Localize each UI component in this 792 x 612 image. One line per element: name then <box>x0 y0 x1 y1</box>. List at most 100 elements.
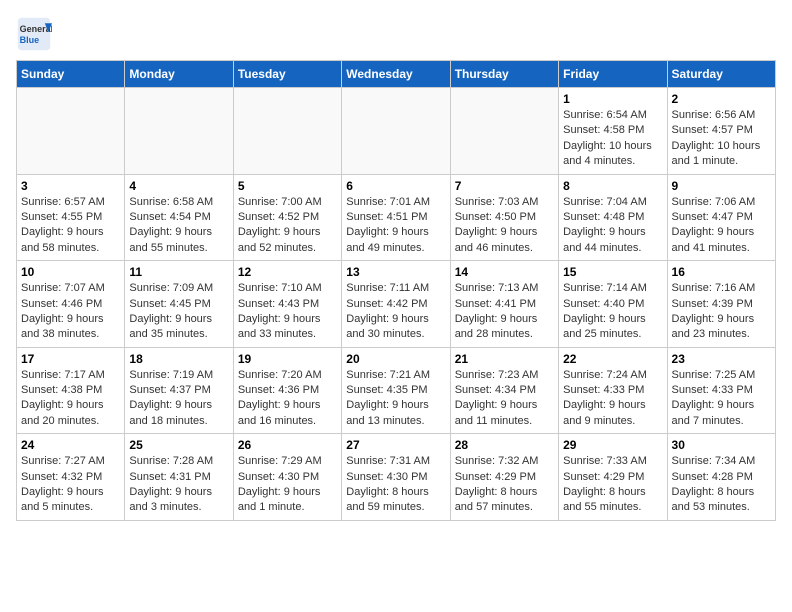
day-number: 13 <box>346 265 445 279</box>
day-number: 23 <box>672 352 771 366</box>
day-number: 25 <box>129 438 228 452</box>
day-info: Sunrise: 7:33 AM Sunset: 4:29 PM Dayligh… <box>563 454 662 516</box>
calendar-cell: 27 Sunrise: 7:31 AM Sunset: 4:30 PM Dayli… <box>342 434 450 521</box>
day-number: 20 <box>346 352 445 366</box>
calendar-cell: 12 Sunrise: 7:10 AM Sunset: 4:43 PM Dayli… <box>233 261 341 348</box>
day-info: Sunrise: 7:24 AM Sunset: 4:33 PM Dayligh… <box>563 368 662 430</box>
day-info: Sunrise: 7:14 AM Sunset: 4:40 PM Dayligh… <box>563 281 662 343</box>
day-info: Sunrise: 7:13 AM Sunset: 4:41 PM Dayligh… <box>455 281 554 343</box>
day-number: 27 <box>346 438 445 452</box>
day-number: 15 <box>563 265 662 279</box>
day-number: 12 <box>238 265 337 279</box>
page-header: General Blue <box>16 16 776 52</box>
day-number: 24 <box>21 438 120 452</box>
day-info: Sunrise: 7:25 AM Sunset: 4:33 PM Dayligh… <box>672 368 771 430</box>
weekday-header-monday: Monday <box>125 61 233 88</box>
day-number: 19 <box>238 352 337 366</box>
weekday-header-sunday: Sunday <box>17 61 125 88</box>
day-info: Sunrise: 7:20 AM Sunset: 4:36 PM Dayligh… <box>238 368 337 430</box>
day-number: 1 <box>563 92 662 106</box>
day-number: 2 <box>672 92 771 106</box>
logo: General Blue <box>16 16 56 52</box>
calendar-cell: 22 Sunrise: 7:24 AM Sunset: 4:33 PM Dayli… <box>559 347 667 434</box>
day-info: Sunrise: 7:16 AM Sunset: 4:39 PM Dayligh… <box>672 281 771 343</box>
weekday-header-saturday: Saturday <box>667 61 775 88</box>
weekday-header-tuesday: Tuesday <box>233 61 341 88</box>
calendar-week-row: 17 Sunrise: 7:17 AM Sunset: 4:38 PM Dayli… <box>17 347 776 434</box>
calendar-cell: 25 Sunrise: 7:28 AM Sunset: 4:31 PM Dayli… <box>125 434 233 521</box>
day-number: 30 <box>672 438 771 452</box>
day-info: Sunrise: 7:09 AM Sunset: 4:45 PM Dayligh… <box>129 281 228 343</box>
weekday-header-row: SundayMondayTuesdayWednesdayThursdayFrid… <box>17 61 776 88</box>
day-number: 18 <box>129 352 228 366</box>
weekday-header-friday: Friday <box>559 61 667 88</box>
day-number: 21 <box>455 352 554 366</box>
calendar-cell: 30Sunrise: 7:34 AM Sunset: 4:28 PM Dayli… <box>667 434 775 521</box>
calendar-cell: 3 Sunrise: 6:57 AM Sunset: 4:55 PM Daylig… <box>17 174 125 261</box>
day-number: 29 <box>563 438 662 452</box>
svg-text:Blue: Blue <box>20 35 40 45</box>
calendar-week-row: 1 Sunrise: 6:54 AM Sunset: 4:58 PM Daylig… <box>17 88 776 175</box>
calendar-cell: 19 Sunrise: 7:20 AM Sunset: 4:36 PM Dayli… <box>233 347 341 434</box>
day-info: Sunrise: 7:10 AM Sunset: 4:43 PM Dayligh… <box>238 281 337 343</box>
day-info: Sunrise: 6:58 AM Sunset: 4:54 PM Dayligh… <box>129 195 228 257</box>
day-number: 16 <box>672 265 771 279</box>
calendar-cell: 13 Sunrise: 7:11 AM Sunset: 4:42 PM Dayli… <box>342 261 450 348</box>
day-number: 7 <box>455 179 554 193</box>
day-info: Sunrise: 7:31 AM Sunset: 4:30 PM Dayligh… <box>346 454 445 516</box>
calendar-cell: 11 Sunrise: 7:09 AM Sunset: 4:45 PM Dayli… <box>125 261 233 348</box>
calendar-cell: 10Sunrise: 7:07 AM Sunset: 4:46 PM Dayli… <box>17 261 125 348</box>
calendar-cell <box>125 88 233 175</box>
calendar-cell: 4 Sunrise: 6:58 AM Sunset: 4:54 PM Daylig… <box>125 174 233 261</box>
day-number: 4 <box>129 179 228 193</box>
day-number: 9 <box>672 179 771 193</box>
day-number: 6 <box>346 179 445 193</box>
calendar-cell: 14 Sunrise: 7:13 AM Sunset: 4:41 PM Dayli… <box>450 261 558 348</box>
calendar-cell: 20 Sunrise: 7:21 AM Sunset: 4:35 PM Dayli… <box>342 347 450 434</box>
day-info: Sunrise: 7:11 AM Sunset: 4:42 PM Dayligh… <box>346 281 445 343</box>
calendar-cell: 28 Sunrise: 7:32 AM Sunset: 4:29 PM Dayli… <box>450 434 558 521</box>
day-number: 22 <box>563 352 662 366</box>
day-info: Sunrise: 7:21 AM Sunset: 4:35 PM Dayligh… <box>346 368 445 430</box>
weekday-header-wednesday: Wednesday <box>342 61 450 88</box>
calendar-week-row: 3 Sunrise: 6:57 AM Sunset: 4:55 PM Daylig… <box>17 174 776 261</box>
day-info: Sunrise: 7:27 AM Sunset: 4:32 PM Dayligh… <box>21 454 120 516</box>
day-info: Sunrise: 7:29 AM Sunset: 4:30 PM Dayligh… <box>238 454 337 516</box>
day-number: 5 <box>238 179 337 193</box>
day-info: Sunrise: 7:17 AM Sunset: 4:38 PM Dayligh… <box>21 368 120 430</box>
calendar-cell <box>342 88 450 175</box>
logo-icon: General Blue <box>16 16 52 52</box>
day-number: 8 <box>563 179 662 193</box>
calendar-table: SundayMondayTuesdayWednesdayThursdayFrid… <box>16 60 776 521</box>
calendar-cell: 1 Sunrise: 6:54 AM Sunset: 4:58 PM Daylig… <box>559 88 667 175</box>
weekday-header-thursday: Thursday <box>450 61 558 88</box>
day-number: 3 <box>21 179 120 193</box>
calendar-cell: 18 Sunrise: 7:19 AM Sunset: 4:37 PM Dayli… <box>125 347 233 434</box>
calendar-cell: 5 Sunrise: 7:00 AM Sunset: 4:52 PM Daylig… <box>233 174 341 261</box>
day-info: Sunrise: 7:06 AM Sunset: 4:47 PM Dayligh… <box>672 195 771 257</box>
day-info: Sunrise: 7:28 AM Sunset: 4:31 PM Dayligh… <box>129 454 228 516</box>
day-number: 28 <box>455 438 554 452</box>
day-info: Sunrise: 6:54 AM Sunset: 4:58 PM Dayligh… <box>563 108 662 170</box>
day-info: Sunrise: 6:56 AM Sunset: 4:57 PM Dayligh… <box>672 108 771 170</box>
day-info: Sunrise: 7:19 AM Sunset: 4:37 PM Dayligh… <box>129 368 228 430</box>
day-number: 17 <box>21 352 120 366</box>
calendar-week-row: 10Sunrise: 7:07 AM Sunset: 4:46 PM Dayli… <box>17 261 776 348</box>
day-number: 14 <box>455 265 554 279</box>
day-info: Sunrise: 7:00 AM Sunset: 4:52 PM Dayligh… <box>238 195 337 257</box>
day-info: Sunrise: 7:32 AM Sunset: 4:29 PM Dayligh… <box>455 454 554 516</box>
calendar-cell <box>450 88 558 175</box>
day-info: Sunrise: 7:04 AM Sunset: 4:48 PM Dayligh… <box>563 195 662 257</box>
calendar-cell: 29 Sunrise: 7:33 AM Sunset: 4:29 PM Dayli… <box>559 434 667 521</box>
day-info: Sunrise: 6:57 AM Sunset: 4:55 PM Dayligh… <box>21 195 120 257</box>
day-info: Sunrise: 7:23 AM Sunset: 4:34 PM Dayligh… <box>455 368 554 430</box>
day-number: 11 <box>129 265 228 279</box>
calendar-cell: 2 Sunrise: 6:56 AM Sunset: 4:57 PM Daylig… <box>667 88 775 175</box>
day-info: Sunrise: 7:01 AM Sunset: 4:51 PM Dayligh… <box>346 195 445 257</box>
calendar-cell: 21 Sunrise: 7:23 AM Sunset: 4:34 PM Dayli… <box>450 347 558 434</box>
calendar-cell: 16 Sunrise: 7:16 AM Sunset: 4:39 PM Dayli… <box>667 261 775 348</box>
calendar-cell: 24 Sunrise: 7:27 AM Sunset: 4:32 PM Dayli… <box>17 434 125 521</box>
calendar-cell: 6 Sunrise: 7:01 AM Sunset: 4:51 PM Daylig… <box>342 174 450 261</box>
calendar-cell: 17 Sunrise: 7:17 AM Sunset: 4:38 PM Dayli… <box>17 347 125 434</box>
calendar-cell: 9 Sunrise: 7:06 AM Sunset: 4:47 PM Daylig… <box>667 174 775 261</box>
